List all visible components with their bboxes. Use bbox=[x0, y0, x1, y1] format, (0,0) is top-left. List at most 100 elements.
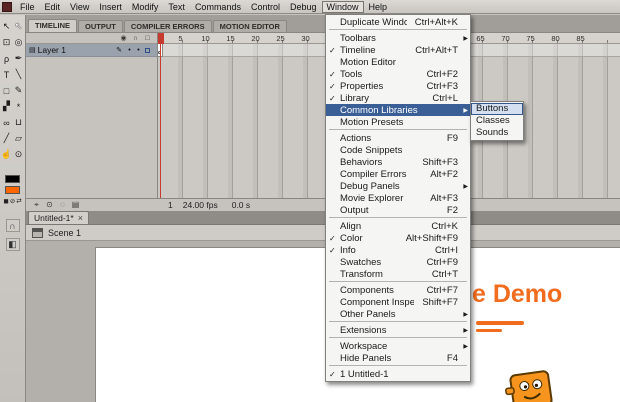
menu-item-transform[interactable]: Transform Ctrl+T bbox=[326, 268, 470, 280]
scene-breadcrumb[interactable]: Scene 1 bbox=[48, 228, 81, 238]
panel-tab-timeline[interactable]: TIMELINE bbox=[28, 19, 77, 32]
rectangle-tool[interactable]: □ bbox=[1, 84, 13, 97]
menubar-item-control[interactable]: Control bbox=[246, 1, 285, 13]
brush-tool[interactable]: ▞ bbox=[1, 100, 13, 113]
menubar-item-commands[interactable]: Commands bbox=[190, 1, 246, 13]
menu-item-swatches[interactable]: Swatches Ctrl+F9 bbox=[326, 256, 470, 268]
frame-rate-value[interactable]: 24.00 fps bbox=[183, 200, 218, 210]
layer-lock-dot[interactable]: • bbox=[134, 47, 143, 54]
panel-tab-compiler-errors[interactable]: COMPILER ERRORS bbox=[123, 20, 212, 32]
menu-item-duplicate-window[interactable]: Duplicate Window Ctrl+Alt+K bbox=[326, 16, 470, 28]
menu-item-movie-explorer[interactable]: Movie Explorer Alt+F3 bbox=[326, 192, 470, 204]
menu-item-properties[interactable]: ✓ Properties Ctrl+F3 bbox=[326, 80, 470, 92]
panel-tab-motion-editor[interactable]: MOTION EDITOR bbox=[212, 20, 287, 32]
eraser-tool[interactable]: ▱ bbox=[13, 132, 25, 145]
swap-colors-icon[interactable]: ⇄ bbox=[16, 197, 21, 205]
menu-item-behaviors[interactable]: Behaviors Shift+F3 bbox=[326, 156, 470, 168]
menu-item-code-snippets[interactable]: Code Snippets bbox=[326, 144, 470, 156]
layer-outline-color[interactable] bbox=[145, 47, 150, 53]
submenu-item-classes[interactable]: Classes bbox=[471, 115, 523, 127]
menu-item-extensions[interactable]: Extensions ▶ bbox=[326, 324, 470, 336]
menu-item-other-panels[interactable]: Other Panels ▶ bbox=[326, 308, 470, 320]
default-colors-icon[interactable]: ◼ bbox=[3, 197, 8, 205]
menu-item-debug-panels[interactable]: Debug Panels ▶ bbox=[326, 180, 470, 192]
menu-item-1-untitled-1[interactable]: ✓ 1 Untitled-1 bbox=[326, 368, 470, 380]
subselection-tool[interactable]: ↖ bbox=[13, 20, 25, 33]
timeline-layer-row[interactable]: ▤ Layer 1 ✎ • • bbox=[26, 44, 157, 57]
deco-tool[interactable]: * bbox=[13, 100, 25, 113]
menu-item-shortcut: Ctrl+K bbox=[431, 220, 458, 232]
menubar-item-edit[interactable]: Edit bbox=[40, 1, 66, 13]
pencil-tool[interactable]: ✎ bbox=[13, 84, 25, 97]
submenu-item-buttons[interactable]: Buttons bbox=[471, 103, 523, 115]
bone-tool[interactable]: ∞ bbox=[1, 116, 13, 129]
fill-color-swatch[interactable] bbox=[5, 186, 20, 194]
menubar-item-insert[interactable]: Insert bbox=[94, 1, 127, 13]
layers-header: ◉ ∩ □ bbox=[26, 33, 157, 44]
menu-item-label: Info bbox=[340, 244, 356, 256]
onion-skin-outlines-icon[interactable]: ◌ bbox=[56, 200, 69, 210]
menu-item-hide-panels[interactable]: Hide Panels F4 bbox=[326, 352, 470, 364]
line-tool[interactable]: ╲ bbox=[13, 68, 25, 81]
pen-tool-icon: ✒ bbox=[14, 53, 23, 63]
menu-item-motion-editor[interactable]: Motion Editor bbox=[326, 56, 470, 68]
menubar-item-text[interactable]: Text bbox=[163, 1, 190, 13]
color-swatches: ◼ ⊘ ⇄ bbox=[0, 175, 25, 205]
pen-tool[interactable]: ✒ bbox=[13, 52, 25, 65]
menu-item-compiler-errors[interactable]: Compiler Errors Alt+F2 bbox=[326, 168, 470, 180]
hand-tool[interactable]: ☝ bbox=[1, 148, 13, 161]
pasteboard: e Demo bbox=[26, 241, 620, 402]
tool-option-button[interactable]: ◧ bbox=[5, 238, 20, 251]
document-tab[interactable]: Untitled-1* × bbox=[28, 211, 89, 224]
menubar-item-modify[interactable]: Modify bbox=[127, 1, 164, 13]
selection-tool[interactable]: ↖ bbox=[1, 20, 13, 33]
eyedropper-tool[interactable]: ╱ bbox=[1, 132, 13, 145]
menu-item-align[interactable]: Align Ctrl+K bbox=[326, 220, 470, 232]
menu-item-component-inspector[interactable]: Component Inspector Shift+F7 bbox=[326, 296, 470, 308]
layer-visibility-dot[interactable]: • bbox=[125, 47, 134, 54]
pencil-edit-icon: ✎ bbox=[116, 47, 122, 54]
menu-item-info[interactable]: ✓ Info Ctrl+I bbox=[326, 244, 470, 256]
paint-bucket-tool[interactable]: ⊔ bbox=[13, 116, 25, 129]
center-frame-icon[interactable]: ⌖ bbox=[30, 200, 43, 210]
menu-separator bbox=[329, 129, 467, 130]
text-tool[interactable]: T bbox=[1, 68, 13, 81]
panel-tab-output[interactable]: OUTPUT bbox=[78, 20, 123, 32]
menu-item-components[interactable]: Components Ctrl+F7 bbox=[326, 284, 470, 296]
menu-item-library[interactable]: ✓ Library Ctrl+L bbox=[326, 92, 470, 104]
outline-icon[interactable]: □ bbox=[143, 35, 152, 42]
free-transform-tool[interactable]: ⊡ bbox=[1, 36, 13, 49]
edit-multiple-frames-icon[interactable]: ▤ bbox=[69, 200, 82, 210]
menu-item-timeline[interactable]: ✓ Timeline Ctrl+Alt+T bbox=[326, 44, 470, 56]
lock-icon[interactable]: ∩ bbox=[131, 35, 140, 42]
menubar-item-window[interactable]: Window bbox=[321, 0, 364, 13]
lasso-tool[interactable]: ρ bbox=[1, 52, 13, 65]
menu-item-workspace[interactable]: Workspace ▶ bbox=[326, 340, 470, 352]
menu-item-output[interactable]: Output F2 bbox=[326, 204, 470, 216]
no-color-icon[interactable]: ⊘ bbox=[10, 197, 15, 205]
menu-item-actions[interactable]: Actions F9 bbox=[326, 132, 470, 144]
stroke-color-swatch[interactable] bbox=[5, 175, 20, 183]
menu-item-toolbars[interactable]: Toolbars ▶ bbox=[326, 32, 470, 44]
zoom-tool[interactable]: ⊙ bbox=[13, 148, 25, 161]
menubar-item-help[interactable]: Help bbox=[364, 1, 393, 13]
menu-item-motion-presets[interactable]: Motion Presets bbox=[326, 116, 470, 128]
scene-icon bbox=[32, 227, 43, 238]
elapsed-time-value: 0.0 s bbox=[231, 200, 251, 210]
3d-rotation-tool[interactable]: ◎ bbox=[13, 36, 25, 49]
close-icon[interactable]: × bbox=[78, 213, 83, 223]
show-hide-icon[interactable]: ◉ bbox=[119, 34, 128, 42]
paint-bucket-tool-icon: ⊔ bbox=[14, 117, 23, 127]
menubar-item-debug[interactable]: Debug bbox=[285, 1, 322, 13]
timeline-status-icons: ⌖ ⊙ ◌ ▤ bbox=[30, 200, 82, 210]
menu-item-color[interactable]: ✓ Color Alt+Shift+F9 bbox=[326, 232, 470, 244]
menubar-item-view[interactable]: View bbox=[65, 1, 94, 13]
playhead-handle[interactable] bbox=[158, 33, 164, 44]
menu-item-tools[interactable]: ✓ Tools Ctrl+F2 bbox=[326, 68, 470, 80]
onion-skin-icon[interactable]: ⊙ bbox=[43, 200, 56, 210]
deco-tool-icon: * bbox=[16, 101, 21, 112]
submenu-item-sounds[interactable]: Sounds bbox=[471, 127, 523, 139]
menu-item-common-libraries[interactable]: Common Libraries ▶ bbox=[326, 104, 470, 116]
menubar-item-file[interactable]: File bbox=[15, 1, 40, 13]
snap-to-objects-button[interactable]: ∩ bbox=[5, 219, 20, 232]
